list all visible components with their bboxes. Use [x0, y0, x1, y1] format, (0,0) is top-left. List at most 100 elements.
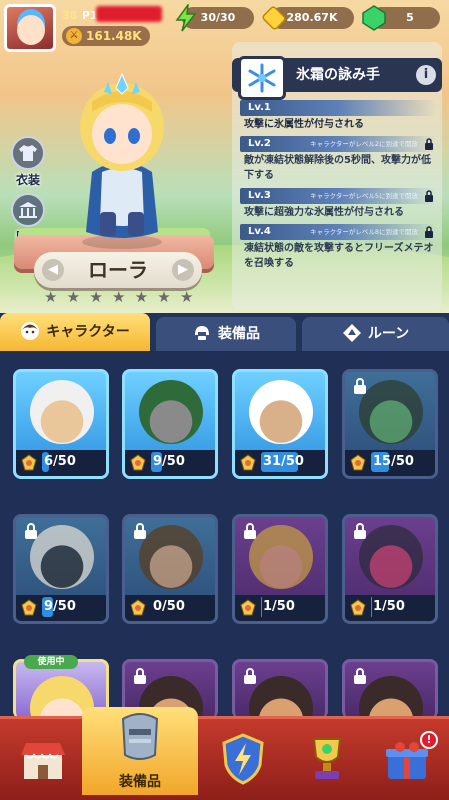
character-card[interactable]: 1/50: [342, 514, 438, 624]
shard-progress: 1/50: [235, 595, 325, 621]
shard-count-text: 1/50: [263, 599, 295, 614]
lock-icon: [134, 668, 146, 684]
star-icon: ★: [111, 288, 126, 306]
player-avatar[interactable]: [4, 4, 56, 52]
player-level: 38: [62, 9, 78, 22]
shard-progress: 15/50: [345, 450, 435, 476]
star-icon: ★: [66, 288, 81, 306]
shard-count-text: 1/50: [373, 599, 405, 614]
gem-icon: [362, 5, 386, 31]
shard-count-text: 9/50: [44, 599, 76, 614]
stamina-value: 30/30: [200, 11, 236, 24]
star-icon: ★: [134, 288, 149, 306]
character-card[interactable]: 1/50: [232, 514, 328, 624]
shard-icon: [350, 454, 366, 471]
combat-power: ⚔ 161.48K: [62, 26, 150, 46]
hero-name: ローラ: [88, 258, 148, 282]
shard-icon: [130, 599, 146, 616]
shard-icon: [240, 599, 256, 616]
character-card[interactable]: 9/50: [13, 514, 109, 624]
shard-icon: [21, 599, 37, 616]
nav-trophy[interactable]: [292, 727, 362, 793]
nav-upgrade[interactable]: [208, 727, 278, 793]
shard-count-text: 9/50: [153, 454, 185, 469]
character-card[interactable]: 15/50: [342, 369, 438, 479]
lock-icon: [425, 226, 433, 238]
category-tabs: キャラクター 装備品 ルーン: [0, 313, 449, 351]
shard-count: 15/50: [371, 452, 431, 472]
level-tag: Lv.3 キャラクターがレベル5に到達で開放: [240, 188, 436, 204]
skill-panel: 氷霜の詠み手 i Lv.1 攻撃に氷属性が付与される Lv.2 キャラクターがレベ…: [232, 42, 442, 310]
level-description: 敵が凍結状態解除後の5秒間、攻撃力が低下する: [244, 155, 431, 181]
shard-count: 31/50: [261, 452, 321, 472]
lock-icon: [425, 138, 433, 150]
trophy-icon: [312, 738, 342, 779]
hero-name-plate: ◀ ローラ ▶: [34, 252, 202, 288]
star-icon: ★: [44, 288, 58, 306]
character-card[interactable]: 9/50: [122, 369, 218, 479]
progress-fill: [371, 597, 373, 617]
tab-equipment[interactable]: 装備品: [156, 317, 296, 351]
temple-icon: [19, 202, 37, 218]
next-hero-button[interactable]: ▶: [172, 259, 194, 281]
level-description: 攻撃に氷属性が付与される: [244, 119, 364, 130]
level-description: 攻撃に超強力な氷属性が付与される: [244, 207, 404, 218]
character-card[interactable]: [342, 659, 438, 719]
shard-count-text: 0/50: [153, 599, 185, 614]
shard-count: 9/50: [151, 452, 211, 472]
shop-icon: [21, 743, 65, 779]
lock-icon: [244, 668, 256, 684]
bottom-nav: 装備品 !: [0, 707, 449, 800]
lock-icon: [134, 523, 146, 539]
hero-model: [80, 72, 164, 249]
in-use-badge: 使用中: [24, 655, 78, 669]
unlock-requirement: キャラクターがレベル2に到達で開放: [310, 140, 418, 148]
nav-events[interactable]: !: [372, 727, 442, 793]
shard-icon: [240, 454, 256, 471]
helmet-icon: [195, 325, 209, 340]
lock-icon: [354, 523, 366, 539]
lock-icon: [25, 523, 37, 539]
costume-label: 衣装: [15, 173, 40, 187]
power-icon: ⚔: [66, 28, 82, 44]
shard-count-text: 31/50: [263, 454, 304, 469]
level-tag: Lv.1: [240, 100, 436, 116]
nav-shop[interactable]: [8, 727, 78, 793]
unlock-requirement: キャラクターがレベル5に到達で開放: [310, 192, 418, 200]
level-description: 凍結状態の敵を攻撃するとフリーズメテオを召喚する: [244, 243, 434, 269]
gold-counter[interactable]: 280.67K: [262, 6, 354, 30]
character-portrait: [359, 676, 423, 719]
gem-counter[interactable]: 5: [362, 5, 440, 31]
nav-equipment[interactable]: 装備品: [82, 707, 198, 795]
costume-button[interactable]: 衣装: [8, 136, 48, 188]
shard-progress: 31/50: [235, 450, 325, 476]
tab-rune[interactable]: ルーン: [302, 317, 449, 351]
shard-progress: 1/50: [345, 595, 435, 621]
unlock-requirement: キャラクターがレベル8に到達で開放: [310, 228, 418, 236]
shard-progress: 6/50: [16, 450, 106, 476]
character-card[interactable]: [232, 659, 328, 719]
character-portrait: [359, 380, 423, 444]
info-icon[interactable]: i: [416, 65, 436, 85]
star-icon: ★: [179, 288, 194, 306]
character-card[interactable]: 31/50: [232, 369, 328, 479]
shard-count-text: 15/50: [373, 454, 414, 469]
skill-name: 氷霜の詠み手: [296, 67, 380, 83]
snowflake-icon: [238, 56, 286, 100]
tab-character[interactable]: キャラクター: [0, 313, 150, 351]
nav-equipment-label: 装備品: [119, 774, 161, 790]
character-card[interactable]: 6/50: [13, 369, 109, 479]
shard-icon: [21, 454, 37, 471]
prev-hero-button[interactable]: ◀: [42, 259, 64, 281]
lock-icon: [425, 190, 433, 202]
gold-coin-icon: [262, 6, 286, 30]
character-card[interactable]: 0/50: [122, 514, 218, 624]
shard-progress: 0/50: [125, 595, 215, 621]
stamina-counter[interactable]: 30/30: [175, 4, 254, 32]
character-portrait: [139, 380, 203, 444]
character-portrait: [249, 676, 313, 719]
shard-count: 1/50: [261, 597, 321, 617]
skill-level-3: Lv.3 キャラクターがレベル5に到達で開放 攻撃に超強力な氷属性が付与される: [240, 188, 436, 220]
character-portrait: [249, 380, 313, 444]
skill-level-2: Lv.2 キャラクターがレベル2に到達で開放 敵が凍結状態解除後の5秒間、攻撃力が…: [240, 136, 436, 183]
